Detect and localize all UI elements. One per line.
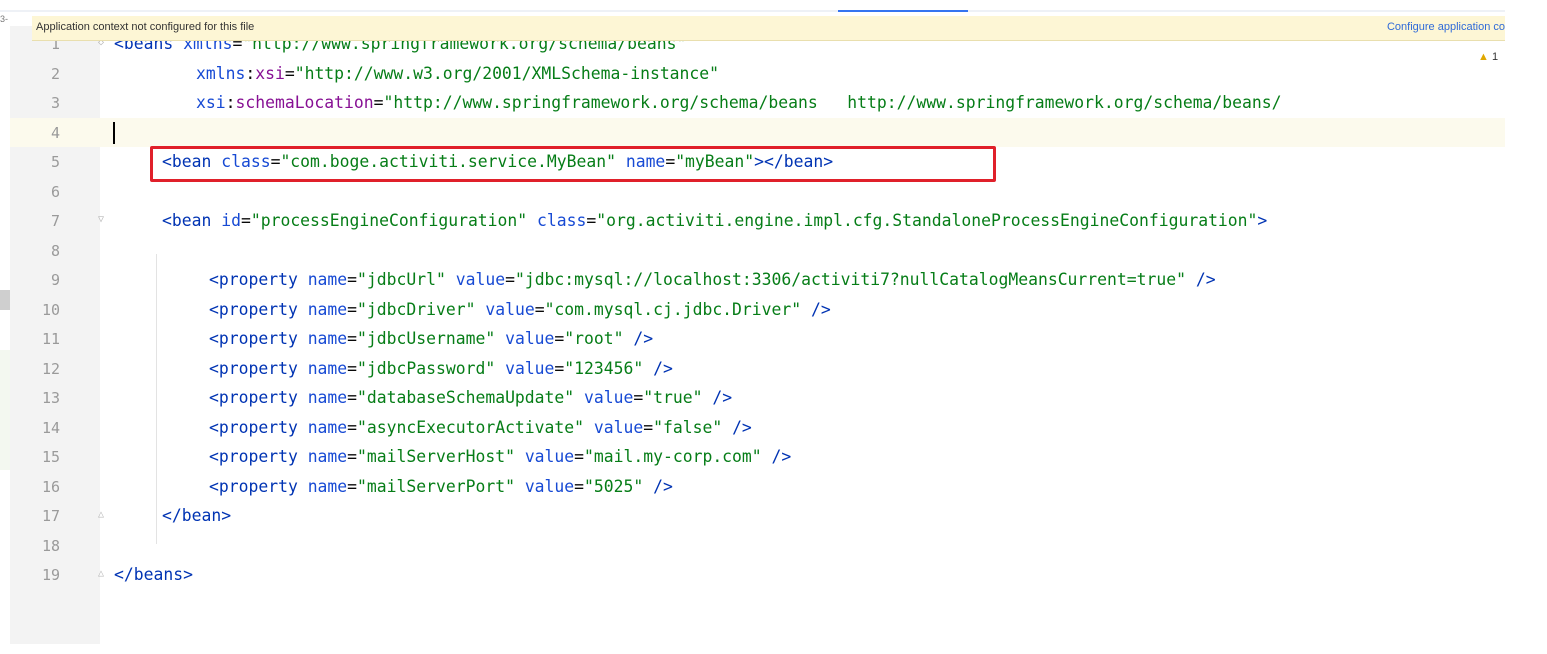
code-line[interactable]: 11 <property name="jdbcUsername" value="r… [10,324,1505,353]
change-marker [0,350,10,470]
warning-count: 1 [1491,51,1499,63]
scroll-marker [0,290,10,310]
code-editor[interactable]: 1 ◇ <beans xmlns="http://www.springframewo… [10,26,1505,644]
code-line[interactable]: 9 <property name="jdbcUrl" value="jdbc:my… [10,265,1505,294]
code-text: </beans> [114,565,193,584]
right-margin [1505,0,1547,654]
editor-tab-strip [0,0,1505,12]
code-text: <property name="mailServerPort" value="5… [209,476,673,496]
line-number: 6 [50,182,60,201]
code-text: <property name="jdbcDriver" value="com.m… [209,299,831,319]
code-text: <property name="jdbcUsername" value="roo… [209,329,654,348]
tab-strip-border-right [968,10,1505,12]
code-line[interactable]: 19 △ </beans> [10,560,1505,589]
code-line[interactable]: 2 xmlns:xsi="http://www.w3.org/2001/XMLSc… [10,59,1505,88]
notification-banner: Application context not configured for t… [32,16,1505,41]
line-number: 14 [41,418,60,437]
code-text: <property name="mailServerHost" value="m… [209,447,792,466]
code-line[interactable]: 16 <property name="mailServerPort" value=… [10,472,1505,501]
code-line[interactable]: 17 △ </bean> [10,501,1505,530]
tab-strip-border [0,10,838,12]
code-line[interactable]: 4 [10,117,1505,147]
line-number: 8 [50,241,60,260]
code-line[interactable]: 14 <property name="asyncExecutorActivate"… [10,413,1505,442]
configure-context-link[interactable]: Configure application co [1387,21,1505,33]
warning-icon: ▲ [1478,51,1489,63]
indent-guide [156,254,157,544]
line-number: 19 [41,566,60,584]
line-number: 12 [41,359,60,378]
code-text: </bean> [162,506,232,525]
code-text: <bean id="processEngineConfiguration" cl… [162,211,1268,230]
code-line[interactable]: 8 [10,236,1505,265]
line-number: 15 [41,448,60,466]
line-number: 11 [41,330,60,348]
code-line[interactable]: 13 <property name="databaseSchemaUpdate" … [10,383,1505,412]
inspection-widget[interactable]: ▲ 1 ✔ [1478,50,1505,63]
line-number: 18 [41,536,60,555]
fold-marker-icon[interactable]: △ [98,509,108,521]
line-number: 4 [50,123,60,142]
code-text: <property name="databaseSchemaUpdate" va… [209,388,733,407]
text-caret [113,121,115,144]
code-text: xsi:schemaLocation="http://www.springfra… [196,93,1282,112]
code-line[interactable]: 3 xsi:schemaLocation="http://www.springfr… [10,88,1505,117]
code-line[interactable]: 12 <property name="jdbcPassword" value="1… [10,354,1505,383]
fold-marker-icon[interactable]: ▽ [98,214,108,226]
banner-message: Application context not configured for t… [36,21,255,33]
code-text: <property name="jdbcUrl" value="jdbc:mys… [209,270,1216,289]
line-number: 2 [50,64,60,83]
code-line[interactable]: 10 <property name="jdbcDriver" value="com… [10,295,1505,324]
code-text: xmlns:xsi="http://www.w3.org/2001/XMLSch… [196,63,720,83]
line-number: 16 [41,477,60,496]
code-line[interactable]: 15 <property name="mailServerHost" value=… [10,442,1505,471]
fold-marker-icon[interactable]: △ [98,568,108,580]
side-panel-label: 3- [0,14,9,24]
line-number: 5 [50,153,60,171]
code-line[interactable]: 7 ▽ <bean id="processEngineConfiguration" … [10,206,1505,235]
highlight-annotation-box [150,146,996,182]
active-tab-indicator [838,10,968,12]
line-number: 9 [50,271,60,289]
code-text: <property name="asyncExecutorActivate" v… [209,417,752,437]
code-text: <property name="jdbcPassword" value="123… [209,358,673,378]
line-number: 10 [41,300,60,319]
line-number: 17 [41,507,60,525]
line-number: 7 [50,212,60,230]
line-number: 3 [50,94,60,112]
code-line[interactable]: 18 [10,531,1505,560]
line-number: 13 [41,389,60,407]
